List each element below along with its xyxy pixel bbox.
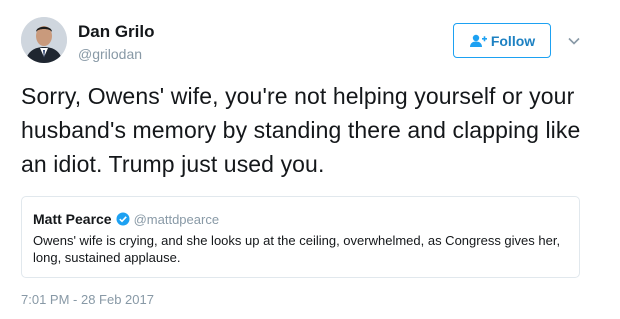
tweet-timestamp[interactable]: 7:01 PM - 28 Feb 2017 bbox=[21, 292, 154, 307]
avatar-image bbox=[21, 17, 67, 63]
quoted-tweet[interactable]: Matt Pearce @mattdpearce Owens' wife is … bbox=[21, 196, 580, 278]
quoted-author-handle: @mattdpearce bbox=[133, 211, 220, 227]
avatar[interactable] bbox=[21, 17, 67, 63]
author-handle[interactable]: @grilodan bbox=[78, 46, 142, 62]
follow-button-label: Follow bbox=[490, 32, 536, 49]
add-user-icon bbox=[469, 34, 487, 48]
tweet-text: Sorry, Owens' wife, you're not helping y… bbox=[21, 83, 581, 177]
quoted-tweet-header: Matt Pearce @mattdpearce bbox=[33, 211, 219, 227]
chevron-down-icon[interactable] bbox=[566, 33, 582, 49]
verified-badge-icon bbox=[116, 212, 130, 226]
author-name[interactable]: Dan Grilo bbox=[78, 22, 155, 42]
quoted-tweet-text: Owens' wife is crying, and she looks up … bbox=[33, 233, 561, 265]
follow-button[interactable]: Follow bbox=[453, 23, 551, 58]
tweet-card: Dan Grilo @grilodan Follow Sorry, Owens'… bbox=[0, 0, 620, 319]
quoted-author-name: Matt Pearce bbox=[33, 211, 112, 227]
